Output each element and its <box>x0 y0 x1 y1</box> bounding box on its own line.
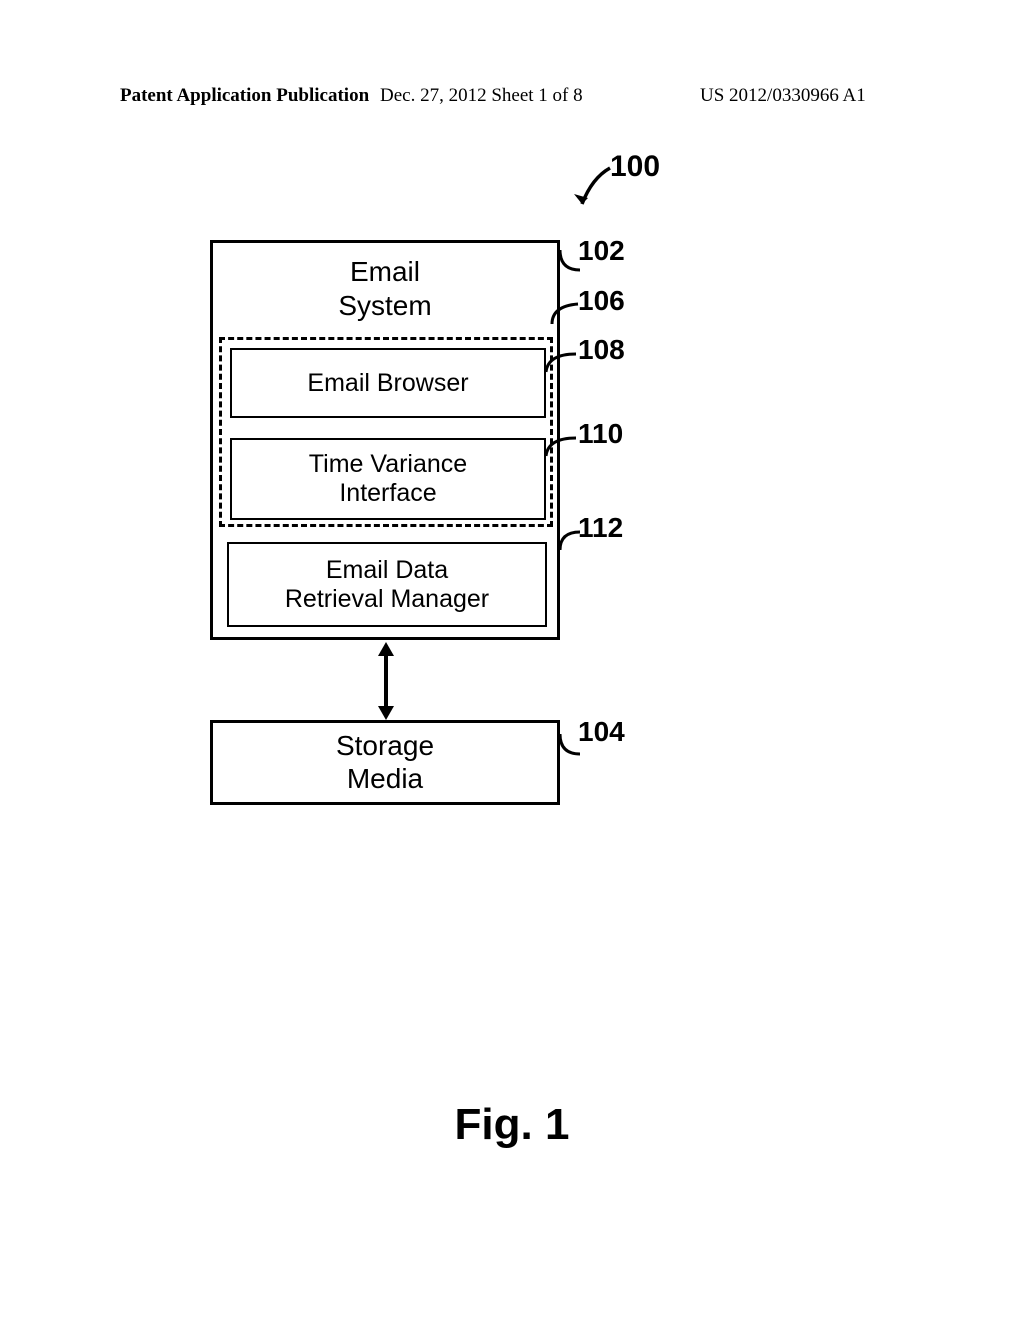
time-variance-interface-box: Time Variance Interface <box>230 438 546 520</box>
lead-line-icon <box>544 434 580 462</box>
ref-label-110: 110 <box>578 418 623 450</box>
lead-line-icon <box>558 248 584 276</box>
lead-line-icon <box>544 350 580 378</box>
figure-1-diagram: 100 Email System Email Browser Time Vari… <box>210 150 650 850</box>
email-system-box: Email System Email Browser Time Variance… <box>210 240 560 640</box>
curved-arrow-icon <box>570 166 620 216</box>
email-browser-box: Email Browser <box>230 348 546 418</box>
storage-media-label: Storage Media <box>336 730 434 794</box>
lead-line-icon <box>550 300 582 328</box>
email-system-title: Email System <box>213 243 557 322</box>
email-data-retrieval-manager-box: Email Data Retrieval Manager <box>227 542 547 627</box>
ref-label-108: 108 <box>578 334 625 366</box>
time-variance-label: Time Variance Interface <box>309 450 467 508</box>
email-data-mgr-label: Email Data Retrieval Manager <box>285 556 489 614</box>
header-publication-number: US 2012/0330966 A1 <box>700 85 866 107</box>
email-browser-label: Email Browser <box>307 369 468 398</box>
gui-dashed-group: Email Browser Time Variance Interface <box>219 337 553 527</box>
header-date-sheet: Dec. 27, 2012 Sheet 1 of 8 <box>380 85 583 107</box>
ref-label-104: 104 <box>578 716 625 748</box>
lead-line-icon <box>558 528 584 556</box>
ref-label-102: 102 <box>578 235 625 267</box>
storage-media-box: Storage Media <box>210 720 560 805</box>
lead-line-icon <box>558 732 584 760</box>
ref-label-106: 106 <box>578 285 625 317</box>
header-publication: Patent Application Publication <box>120 85 369 107</box>
ref-label-112: 112 <box>578 512 623 544</box>
double-arrow-icon <box>374 642 398 720</box>
figure-caption: Fig. 1 <box>0 1100 1024 1150</box>
